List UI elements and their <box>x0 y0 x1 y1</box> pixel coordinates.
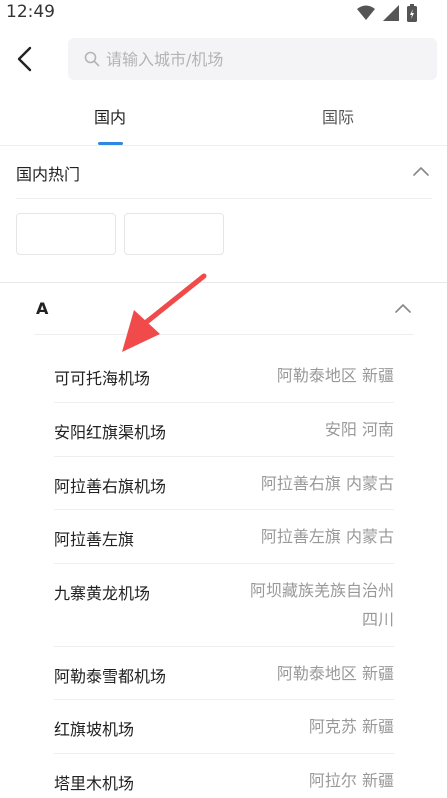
chevron-up-icon <box>413 167 429 176</box>
section-letter: A <box>36 299 49 318</box>
region-tabs: 国内 国际 <box>0 94 447 146</box>
wifi-icon <box>357 5 375 20</box>
airport-location-line2: 四川 <box>361 610 394 629</box>
hot-city-chip[interactable] <box>124 213 224 255</box>
list-item[interactable]: 塔里木机场 阿拉尔 新疆 <box>54 754 394 798</box>
hot-section-header[interactable]: 国内热门 <box>16 147 432 199</box>
airport-location: 阿勒泰地区 新疆 <box>276 664 394 683</box>
airport-location: 安阳 河南 <box>324 420 394 439</box>
status-icons <box>357 4 417 22</box>
letter-section-header[interactable]: A <box>34 283 414 335</box>
list-item[interactable]: 红旗坡机场 阿克苏 新疆 <box>54 700 394 754</box>
airport-location: 阿拉善右旗 内蒙古 <box>260 474 394 493</box>
airport-list: 可可托海机场 阿勒泰地区 新疆 安阳红旗渠机场 安阳 河南 阿拉善右旗机场 阿拉… <box>54 350 394 798</box>
hot-city-chips <box>16 213 432 255</box>
list-item[interactable]: 阿拉善右旗机场 阿拉善右旗 内蒙古 <box>54 457 394 510</box>
airport-name: 九寨黄龙机场 <box>54 584 151 603</box>
list-item[interactable]: 九寨黄龙机场 阿坝藏族羌族自治州 四川 <box>54 564 394 647</box>
search-row <box>0 36 447 82</box>
list-item[interactable]: 阿拉善左旗 阿拉善左旗 内蒙古 <box>54 510 394 564</box>
airport-location: 阿拉尔 新疆 <box>308 771 394 790</box>
back-arrow-icon <box>17 46 32 72</box>
active-tab-indicator <box>98 142 123 145</box>
hot-section-title: 国内热门 <box>16 165 81 184</box>
airport-location: 阿克苏 新疆 <box>308 717 394 736</box>
signal-icon <box>383 5 399 21</box>
list-item[interactable]: 可可托海机场 阿勒泰地区 新疆 <box>54 350 394 403</box>
battery-icon <box>407 4 417 22</box>
airport-name: 可可托海机场 <box>54 369 151 388</box>
search-icon <box>84 51 100 67</box>
status-time: 12:49 <box>6 2 55 22</box>
airport-name: 红旗坡机场 <box>54 720 135 739</box>
airport-name: 阿勒泰雪都机场 <box>54 667 167 686</box>
airport-location: 阿勒泰地区 新疆 <box>276 366 394 385</box>
list-item[interactable]: 阿勒泰雪都机场 阿勒泰地区 新疆 <box>54 647 394 700</box>
search-box[interactable] <box>68 38 437 80</box>
back-button[interactable] <box>12 44 40 74</box>
airport-name: 塔里木机场 <box>54 774 135 793</box>
status-bar: 12:49 <box>0 0 447 26</box>
hot-city-chip[interactable] <box>16 213 116 255</box>
chevron-up-icon <box>395 304 411 313</box>
airport-name: 阿拉善左旗 <box>54 530 135 549</box>
airport-name: 阿拉善右旗机场 <box>54 477 167 496</box>
search-input[interactable] <box>106 38 426 80</box>
list-item[interactable]: 安阳红旗渠机场 安阳 河南 <box>54 403 394 457</box>
airport-location: 阿拉善左旗 内蒙古 <box>260 527 394 546</box>
airport-location: 阿坝藏族羌族自治州 <box>249 581 394 600</box>
airport-name: 安阳红旗渠机场 <box>54 423 167 442</box>
tab-international[interactable]: 国际 <box>268 94 408 146</box>
tab-domestic[interactable]: 国内 <box>40 94 180 146</box>
